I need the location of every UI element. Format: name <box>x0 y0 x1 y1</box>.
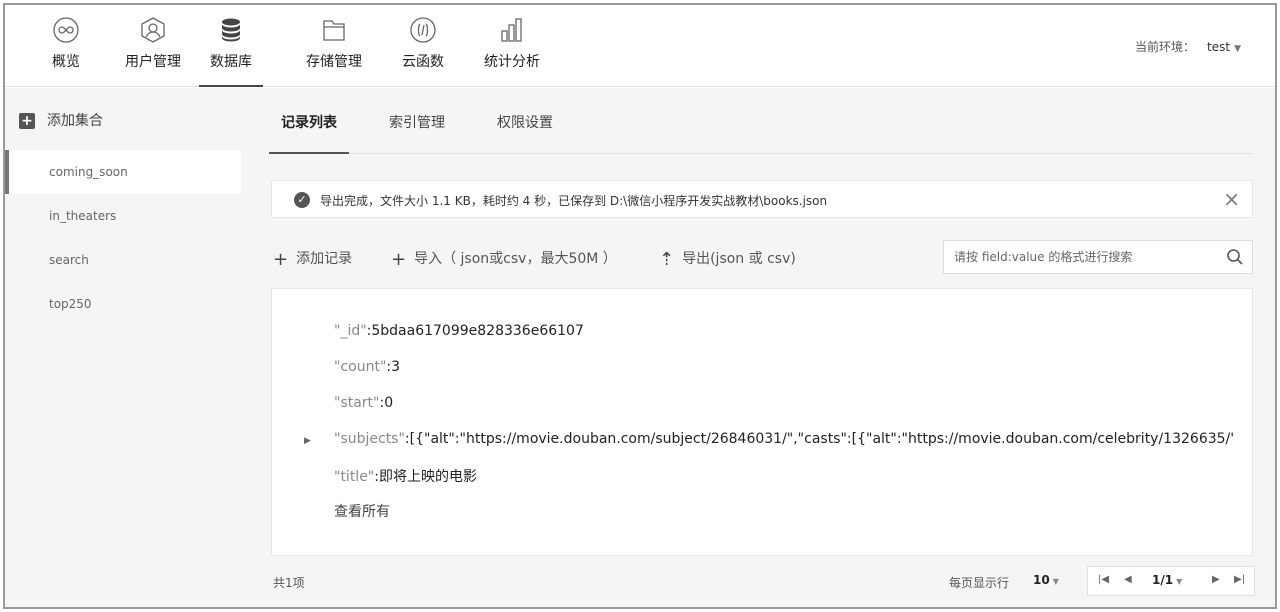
per-page-value: 10 <box>1033 573 1050 587</box>
record-field: "title":即将上映的电影 <box>334 466 477 486</box>
field-value: :即将上映的电影 <box>374 469 477 485</box>
top-nav: 概览 用户管理 数据库 存储管理 云函数 统计分析 当前环境： test ▼ <box>5 5 1275 87</box>
field-value: :[{"alt":"https://movie.douban.com/subje… <box>404 431 1234 447</box>
nav-label: 云函数 <box>402 54 444 70</box>
nav-item-statistics[interactable]: 统计分析 <box>479 17 545 87</box>
search-input[interactable] <box>944 241 1214 273</box>
import-label: 导入（ json或csv，最大50M ） <box>414 251 617 267</box>
collection-item[interactable]: coming_soon <box>5 150 241 194</box>
add-collection-button[interactable]: + 添加集合 <box>19 110 103 130</box>
record-field: "subjects":[{"alt":"https://movie.douban… <box>334 431 1234 447</box>
field-key: "start" <box>334 395 380 411</box>
record-search <box>943 240 1253 274</box>
collection-item[interactable]: top250 <box>5 282 241 326</box>
record-field: "start":0 <box>334 395 393 411</box>
nav-item-storage[interactable]: 存储管理 <box>301 17 367 87</box>
nav-item-overview[interactable]: 概览 <box>47 17 85 87</box>
chart-icon <box>501 18 522 42</box>
close-icon[interactable]: × <box>1223 187 1240 211</box>
record-field: "count":3 <box>334 359 400 375</box>
environment-selector[interactable]: 当前环境： test ▼ <box>1135 38 1241 55</box>
export-label: 导出(json 或 csv) <box>682 251 796 267</box>
plus-icon: + <box>273 249 289 270</box>
caret-down-icon: ▼ <box>1176 577 1183 586</box>
function-icon <box>410 17 436 43</box>
tab-bar: 记录列表 索引管理 权限设置 <box>269 88 1253 154</box>
page-indicator: 1/1 <box>1152 573 1174 587</box>
nav-item-users[interactable]: 用户管理 <box>120 17 186 87</box>
search-icon[interactable] <box>1226 248 1244 266</box>
next-page-icon[interactable]: ▶ <box>1212 574 1220 585</box>
record-field: "_id":5bdaa617099e828336e66107 <box>334 323 584 339</box>
field-key: "_id" <box>334 323 367 339</box>
per-page-label: 每页显示行 <box>949 576 1010 590</box>
caret-down-icon: ▼ <box>1234 44 1241 54</box>
collection-list: coming_soon in_theaters search top250 <box>5 150 241 326</box>
collection-sidebar: + 添加集合 coming_soon in_theaters search top… <box>5 88 241 607</box>
prev-page-icon[interactable]: ◀ <box>1124 574 1132 585</box>
environment-label: 当前环境： <box>1135 40 1196 54</box>
notice-message: 导出完成，文件大小 1.1 KB，耗时约 4 秒，已保存到 D:\微信小程序开发… <box>320 194 828 208</box>
nav-label: 用户管理 <box>125 54 181 70</box>
nav-label: 存储管理 <box>306 54 362 70</box>
field-value: :3 <box>386 359 401 375</box>
expand-arrow-icon[interactable]: ▶ <box>304 436 311 446</box>
infinity-icon <box>53 17 79 43</box>
upload-icon: ⇡ <box>659 249 675 270</box>
folder-icon <box>323 20 345 41</box>
tab-records[interactable]: 记录列表 <box>269 112 349 154</box>
nav-item-database[interactable]: 数据库 <box>199 17 263 87</box>
field-key: "count" <box>334 359 387 375</box>
plus-icon: + <box>19 113 35 129</box>
user-icon <box>141 17 165 43</box>
first-page-icon[interactable]: |◀ <box>1098 574 1109 585</box>
database-icon <box>222 18 240 42</box>
field-value: :0 <box>379 395 394 411</box>
per-page-select[interactable]: 10 ▼ <box>1033 573 1059 587</box>
collection-item[interactable]: search <box>5 238 241 282</box>
nav-label: 统计分析 <box>484 54 540 70</box>
record-count: 共1项 <box>273 576 305 590</box>
last-page-icon[interactable]: ▶| <box>1234 574 1245 585</box>
import-button[interactable]: + 导入（ json或csv，最大50M ） <box>391 248 617 270</box>
add-record-label: 添加记录 <box>296 251 353 267</box>
check-circle-icon: ✓ <box>294 192 310 208</box>
collection-item[interactable]: in_theaters <box>5 194 241 238</box>
environment-value: test <box>1207 40 1231 54</box>
tab-permissions[interactable]: 权限设置 <box>497 112 553 152</box>
view-all-link[interactable]: 查看所有 <box>334 501 390 521</box>
nav-item-functions[interactable]: 云函数 <box>398 17 448 87</box>
page-select[interactable]: 1/1 ▼ <box>1152 573 1182 587</box>
app-window: 概览 用户管理 数据库 存储管理 云函数 统计分析 当前环境： test ▼ +… <box>3 3 1277 609</box>
nav-label: 概览 <box>52 54 80 70</box>
add-record-button[interactable]: + 添加记录 <box>273 248 352 270</box>
plus-icon: + <box>391 249 407 270</box>
field-key: "title" <box>334 469 375 485</box>
nav-label: 数据库 <box>210 54 252 70</box>
caret-down-icon: ▼ <box>1052 577 1059 586</box>
field-value: :5bdaa617099e828336e66107 <box>366 323 584 339</box>
export-notice: ✓ 导出完成，文件大小 1.1 KB，耗时约 4 秒，已保存到 D:\微信小程序… <box>271 180 1253 218</box>
tab-indexes[interactable]: 索引管理 <box>389 112 445 152</box>
export-button[interactable]: ⇡ 导出(json 或 csv) <box>659 248 796 270</box>
pagination: |◀ ◀ 1/1 ▼ ▶ ▶| <box>1087 566 1255 596</box>
main-panel: 记录列表 索引管理 权限设置 ✓ 导出完成，文件大小 1.1 KB，耗时约 4 … <box>241 88 1275 607</box>
field-key: "subjects" <box>334 431 405 447</box>
add-collection-label: 添加集合 <box>47 113 103 129</box>
record-card: "_id":5bdaa617099e828336e66107 "count":3… <box>271 288 1253 556</box>
